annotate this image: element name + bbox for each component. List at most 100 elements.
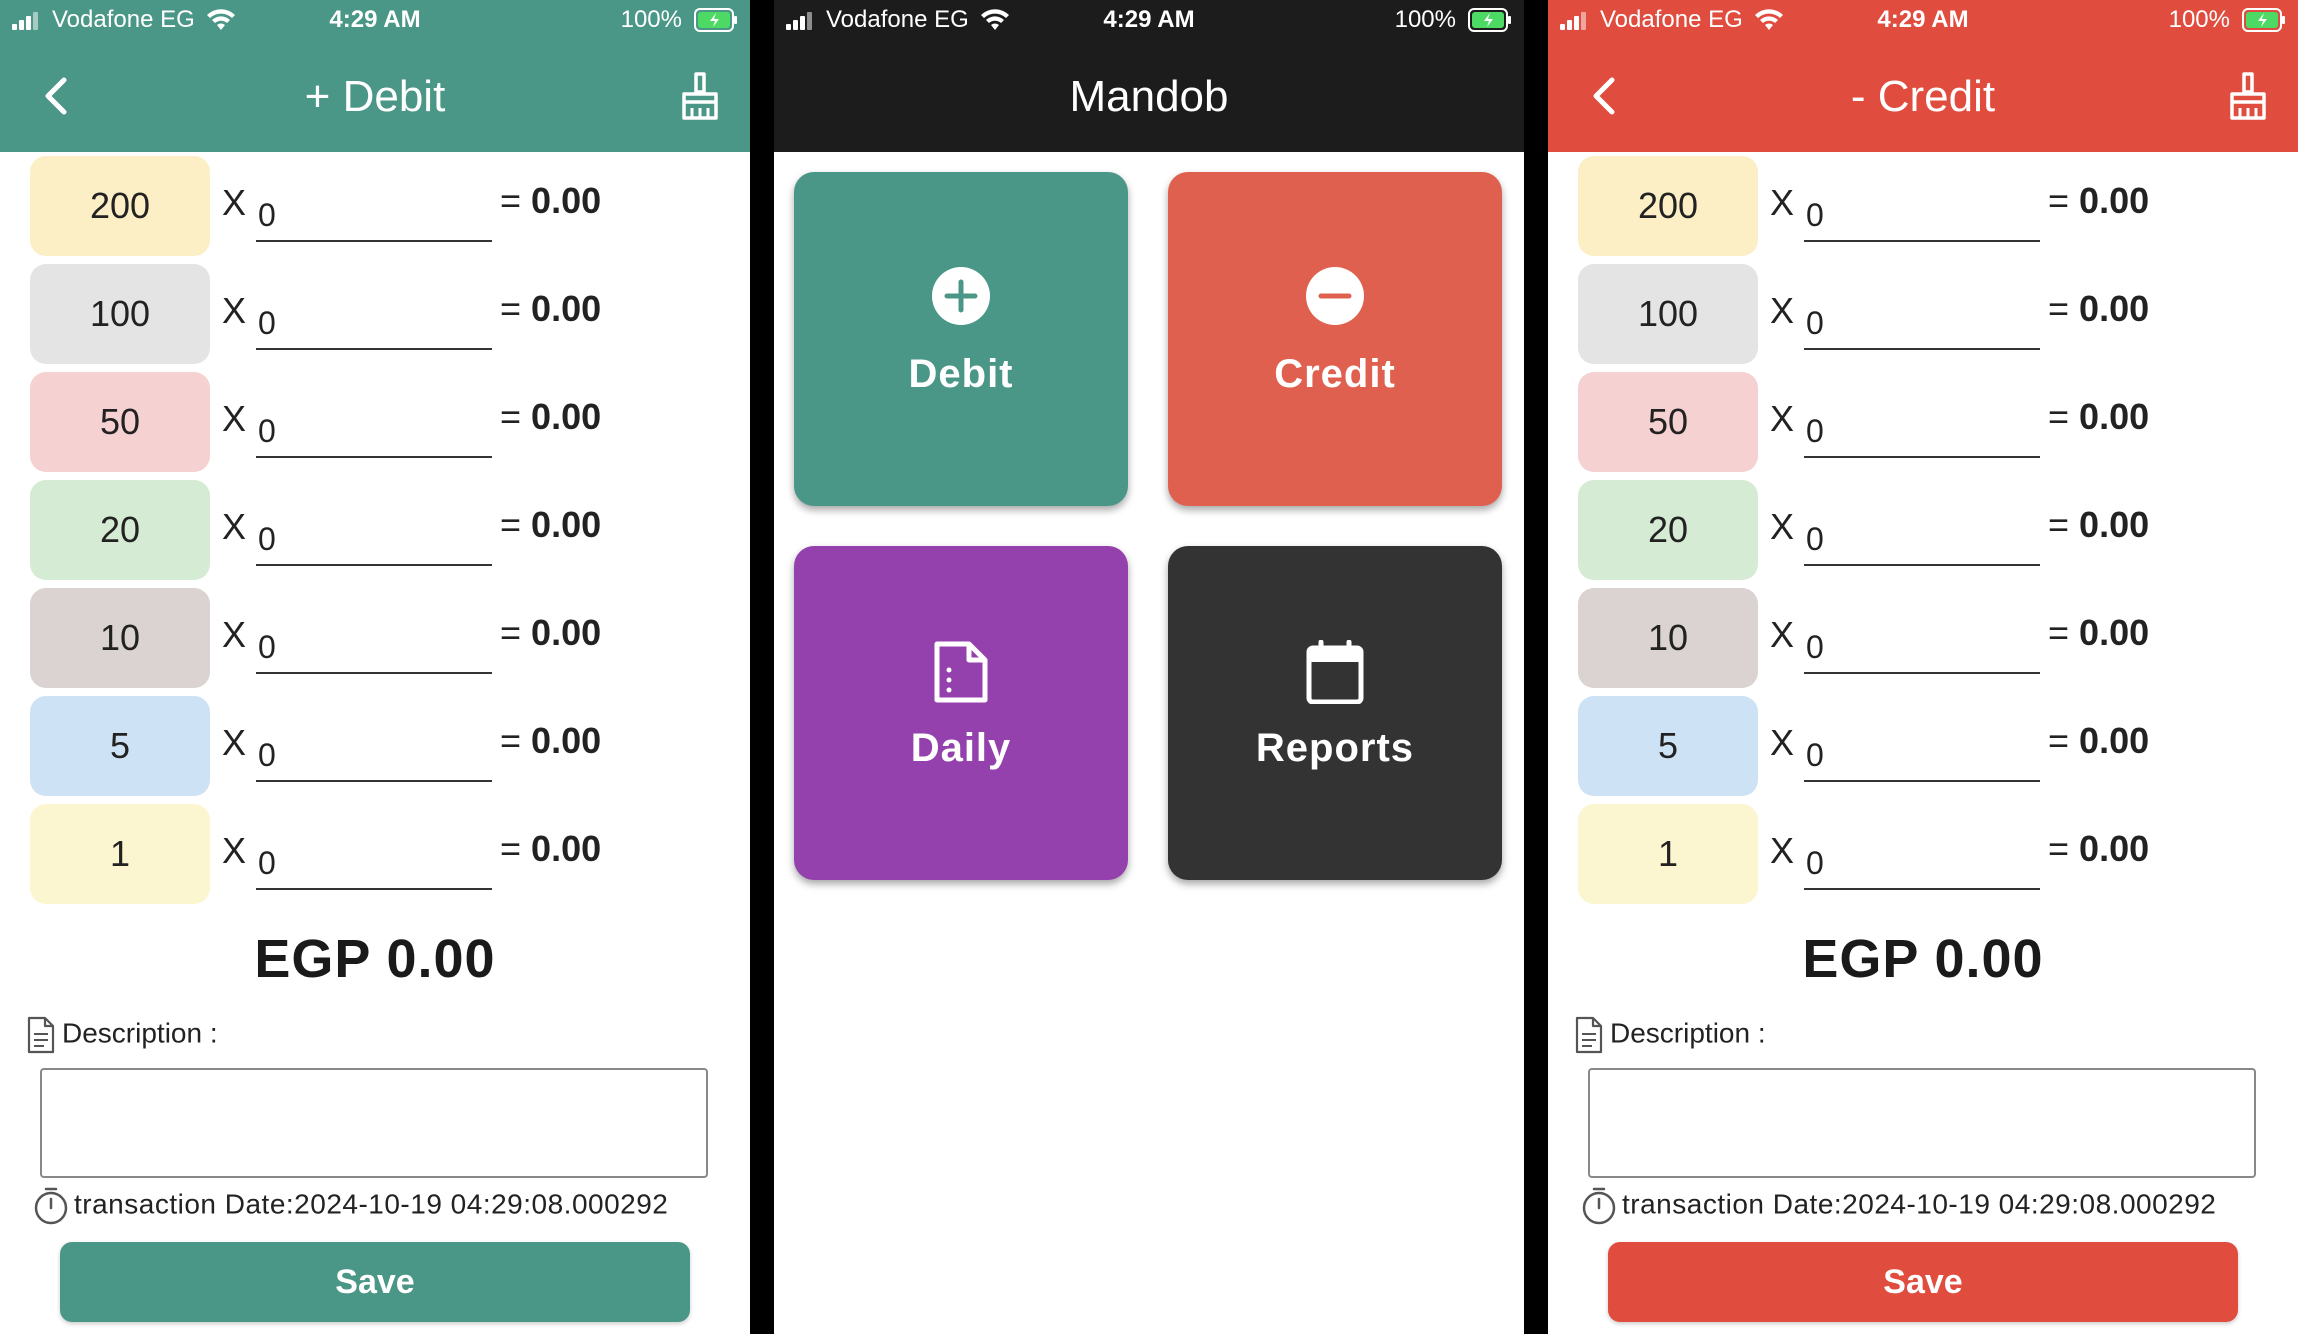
description-input[interactable] [1588,1068,2256,1178]
quantity-input[interactable] [256,172,492,242]
total-amount: EGP 0.00 [1802,929,2044,989]
denom-row-10: 10 X = 0.00 [1548,584,2298,692]
description-label: Description : [62,1017,218,1049]
row-amount: = 0.00 [2048,180,2150,221]
row-amount: = 0.00 [2048,504,2150,545]
denom-row-20: 20 X = 0.00 [1548,476,2298,584]
quantity-input[interactable] [1804,820,2040,890]
document-icon [934,641,988,703]
row-amount: = 0.00 [500,504,602,545]
tile-label: Daily [910,726,1012,770]
multiply-sign: X [1770,830,1795,871]
transaction-date-row: transaction Date:2024-10-19 04:29:08.000… [32,1186,668,1226]
denom-chip: 100 [30,264,210,364]
minus-circle-icon [1306,267,1364,325]
denom-row-100: 100 X = 0.00 [1548,260,2298,368]
home-header: Vodafone EG 4:29 AM 100% Mandob [774,0,1524,152]
row-amount: = 0.00 [500,612,602,653]
plus-circle-icon [932,267,990,325]
battery-icon [694,8,737,32]
battery-icon [2242,8,2285,32]
reports-tile[interactable]: Reports [1168,546,1502,880]
denom-row-50: 50 X = 0.00 [1548,368,2298,476]
row-amount: = 0.00 [2048,396,2150,437]
row-amount: = 0.00 [500,396,602,437]
row-amount: = 0.00 [2048,612,2150,653]
total-amount: EGP 0.00 [254,929,496,989]
denom-chip: 5 [1578,696,1758,796]
tile-label: Reports [1255,726,1415,770]
credit-screen: Vodafone EG 4:29 AM 100% - Credit 200 X … [1548,0,2298,1334]
document-icon [1575,1016,1603,1054]
row-amount: = 0.00 [2048,720,2150,761]
multiply-sign: X [222,506,247,547]
quantity-input[interactable] [1804,172,2040,242]
denom-row-20: 20 X = 0.00 [0,476,750,584]
quantity-input[interactable] [256,280,492,350]
debit-header: Vodafone EG 4:29 AM 100% + Debit [0,0,750,152]
denom-chip: 100 [1578,264,1758,364]
row-amount: = 0.00 [500,180,602,221]
description-input[interactable] [40,1068,708,1178]
broom-icon[interactable] [676,70,724,122]
credit-tile[interactable]: Credit [1168,172,1502,506]
quantity-input[interactable] [256,604,492,674]
denom-chip: 20 [30,480,210,580]
multiply-sign: X [1770,722,1795,763]
quantity-input[interactable] [1804,280,2040,350]
broom-icon[interactable] [2224,70,2272,122]
denom-chip: 5 [30,696,210,796]
multiply-sign: X [222,722,247,763]
denom-row-5: 5 X = 0.00 [0,692,750,800]
denom-chip: 20 [1578,480,1758,580]
status-bar: Vodafone EG 4:29 AM 100% [1548,0,2298,40]
denom-row-50: 50 X = 0.00 [0,368,750,476]
quantity-input[interactable] [256,496,492,566]
row-amount: = 0.00 [500,828,602,869]
battery-percent: 100% [2168,6,2230,33]
battery-icon [1468,8,1511,32]
battery-percent: 100% [1394,6,1456,33]
multiply-sign: X [1770,290,1795,331]
status-bar: Vodafone EG 4:29 AM 100% [774,0,1524,40]
calendar-icon [1306,640,1364,704]
timer-icon [34,1187,68,1225]
save-button[interactable]: Save [1608,1242,2238,1322]
multiply-sign: X [1770,398,1795,439]
denom-row-200: 200 X = 0.00 [0,152,750,260]
multiply-sign: X [1770,506,1795,547]
denom-row-1: 1 X = 0.00 [0,800,750,908]
denom-row-5: 5 X = 0.00 [1548,692,2298,800]
description-label: Description : [1610,1017,1766,1049]
multiply-sign: X [222,830,247,871]
denom-chip: 50 [30,372,210,472]
denom-chip: 10 [1578,588,1758,688]
quantity-input[interactable] [1804,712,2040,782]
save-button[interactable]: Save [60,1242,690,1322]
status-bar: Vodafone EG 4:29 AM 100% [0,0,750,40]
home-screen: Vodafone EG 4:29 AM 100% Mandob Debit Cr… [774,0,1524,1334]
multiply-sign: X [222,182,247,223]
denom-row-100: 100 X = 0.00 [0,260,750,368]
description-label-row: Description : [1574,1016,1766,1054]
row-amount: = 0.00 [500,720,602,761]
page-title: + Debit [304,72,446,121]
quantity-input[interactable] [1804,604,2040,674]
multiply-sign: X [1770,182,1795,223]
transaction-date: transaction Date:2024-10-19 04:29:08.000… [74,1188,669,1220]
quantity-input[interactable] [256,712,492,782]
multiply-sign: X [222,614,247,655]
daily-tile[interactable]: Daily [794,546,1128,880]
quantity-input[interactable] [256,820,492,890]
description-label-row: Description : [26,1016,218,1054]
quantity-input[interactable] [1804,388,2040,458]
denom-chip: 50 [1578,372,1758,472]
denom-row-1: 1 X = 0.00 [1548,800,2298,908]
quantity-input[interactable] [256,388,492,458]
quantity-input[interactable] [1804,496,2040,566]
debit-tile[interactable]: Debit [794,172,1128,506]
timer-icon [1582,1187,1616,1225]
denom-chip: 1 [1578,804,1758,904]
multiply-sign: X [1770,614,1795,655]
app-title: Mandob [1069,72,1229,121]
